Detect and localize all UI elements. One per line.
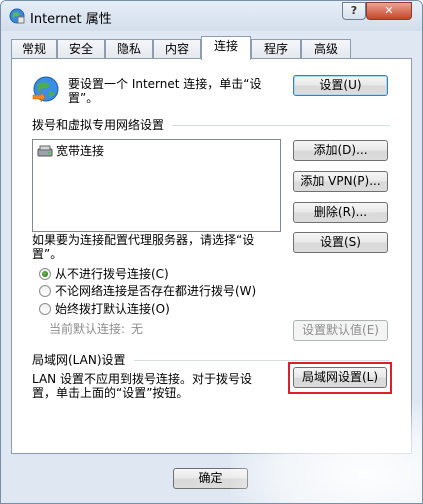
setup-button[interactable]: 设置(U)	[293, 75, 388, 96]
always-dial-default-radio[interactable]	[39, 303, 51, 315]
tab-content[interactable]: 内容	[153, 39, 201, 59]
current-default-value: 无	[131, 322, 144, 336]
window-title: Internet 属性	[30, 12, 112, 27]
proxy-text-line2: 置”。	[32, 247, 63, 261]
tab-programs[interactable]: 程序	[251, 39, 301, 59]
dial-whenever-label[interactable]: 不论网络连接是否存在都进行拨号(W)	[55, 284, 256, 298]
proxy-text-line1: 如果要为连接配置代理服务器，请选择“设	[32, 233, 255, 247]
close-button[interactable]: ✕	[366, 2, 412, 20]
set-default-button[interactable]: 设置默认值(E)	[293, 320, 388, 341]
tab-security[interactable]: 安全	[57, 39, 105, 59]
remove-button[interactable]: 删除(R)...	[293, 202, 388, 223]
title-bar: Internet 属性 ? ✕	[1, 1, 422, 31]
tab-connections[interactable]: 连接	[201, 36, 251, 60]
proxy-settings-button[interactable]: 设置(S)	[293, 232, 388, 253]
watermark-overlay	[231, 401, 422, 503]
add-vpn-button[interactable]: 添加 VPN(P)...	[293, 171, 388, 192]
setup-text-line2: 置”。	[68, 91, 99, 105]
internet-properties-dialog: Internet 属性 ? ✕ 常规 安全 隐私 内容 连接 程序 高级 要设置…	[0, 0, 423, 504]
add-button[interactable]: 添加(D)...	[293, 140, 388, 161]
tab-general[interactable]: 常规	[11, 39, 57, 59]
never-dial-label[interactable]: 从不进行拨号连接(C)	[55, 267, 169, 281]
dial-whenever-radio[interactable]	[39, 285, 51, 297]
setup-text-line1: 要设置一个 Internet 连接，单击“设	[68, 77, 262, 91]
dialup-heading: 拨号和虚拟专用网络设置	[32, 118, 165, 132]
lan-text-line1: LAN 设置不应用到拨号连接。对于拨号设	[32, 372, 252, 386]
broadband-connection-icon	[37, 145, 53, 157]
always-dial-default-label[interactable]: 始终拨打默认连接(O)	[55, 302, 170, 316]
internet-options-icon	[9, 8, 25, 24]
connections-panel: 要设置一个 Internet 连接，单击“设 置”。 设置(U) 拨号和虚拟专用…	[11, 58, 412, 454]
never-dial-radio[interactable]	[39, 268, 51, 280]
lan-text-line2: 置，单击上面的“设置”按钮。	[32, 386, 189, 400]
current-default-label: 当前默认连接:	[49, 322, 126, 336]
divider	[172, 125, 390, 126]
connection-list[interactable]: 宽带连接	[32, 139, 281, 232]
tab-privacy[interactable]: 隐私	[105, 39, 153, 59]
help-button[interactable]: ?	[342, 2, 366, 20]
divider	[134, 360, 390, 361]
connection-name: 宽带连接	[56, 144, 105, 158]
tab-advanced[interactable]: 高级	[301, 39, 351, 59]
lan-heading: 局域网(LAN)设置	[32, 353, 126, 367]
globe-network-icon	[32, 76, 59, 103]
lan-settings-button[interactable]: 局域网设置(L)	[293, 367, 387, 388]
